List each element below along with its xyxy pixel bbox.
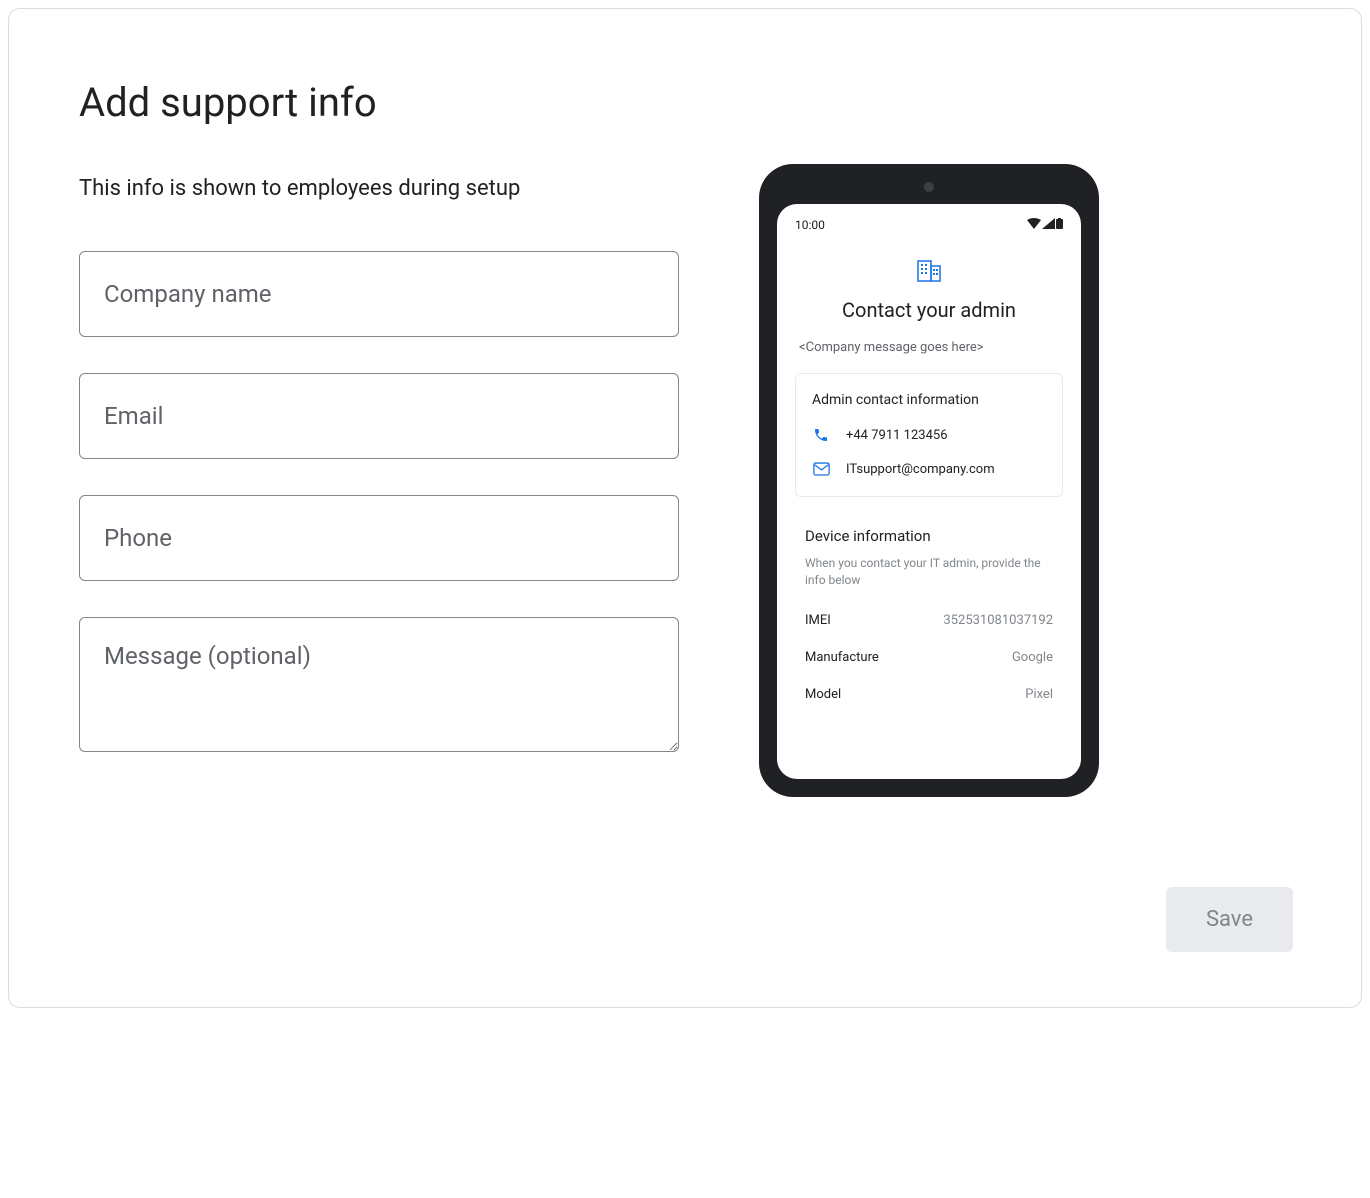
device-info-title: Device information xyxy=(805,527,1053,545)
status-time: 10:00 xyxy=(795,218,825,232)
contact-card: Admin contact information +44 7911 12345… xyxy=(795,373,1063,497)
save-button[interactable]: Save xyxy=(1166,887,1293,952)
device-label: Manufacture xyxy=(805,650,879,665)
device-label: IMEI xyxy=(805,613,831,628)
contact-email-row: ITsupport@company.com xyxy=(812,460,1046,478)
battery-icon xyxy=(1056,218,1063,232)
device-value: Pixel xyxy=(1025,687,1053,702)
device-value: 352531081037192 xyxy=(943,613,1053,628)
email-icon xyxy=(812,460,830,478)
device-value: Google xyxy=(1012,650,1053,665)
message-textarea[interactable] xyxy=(79,617,679,752)
company-name-input[interactable] xyxy=(79,251,679,337)
email-input[interactable] xyxy=(79,373,679,459)
status-bar: 10:00 xyxy=(791,218,1067,240)
form-section: Add support info This info is shown to e… xyxy=(79,79,679,756)
status-icons xyxy=(1027,218,1063,232)
device-label: Model xyxy=(805,687,841,702)
page-subtitle: This info is shown to employees during s… xyxy=(79,176,679,201)
phone-icon xyxy=(812,426,830,444)
signal-icon xyxy=(1042,218,1055,232)
content-wrapper: Add support info This info is shown to e… xyxy=(79,79,1291,797)
phone-frame: 10:00 xyxy=(759,164,1099,797)
phone-input[interactable] xyxy=(79,495,679,581)
phone-camera-dot xyxy=(924,182,934,192)
preview-content: Contact your admin <Company message goes… xyxy=(791,240,1067,702)
page-title: Add support info xyxy=(79,79,679,126)
device-row-model: Model Pixel xyxy=(805,687,1053,702)
device-section: Device information When you contact your… xyxy=(795,527,1063,702)
preview-message: <Company message goes here> xyxy=(795,340,1063,355)
contact-phone-text: +44 7911 123456 xyxy=(846,428,948,443)
building-icon xyxy=(795,260,1063,282)
page-container: Add support info This info is shown to e… xyxy=(8,8,1362,1008)
device-info-subtitle: When you contact your IT admin, provide … xyxy=(805,555,1053,589)
wifi-icon xyxy=(1027,218,1041,232)
contact-card-title: Admin contact information xyxy=(812,392,1046,408)
device-row-manufacture: Manufacture Google xyxy=(805,650,1053,665)
phone-screen: 10:00 xyxy=(777,204,1081,779)
contact-phone-row: +44 7911 123456 xyxy=(812,426,1046,444)
contact-email-text: ITsupport@company.com xyxy=(846,462,995,477)
phone-preview: 10:00 xyxy=(759,164,1099,797)
preview-title: Contact your admin xyxy=(795,298,1063,322)
device-row-imei: IMEI 352531081037192 xyxy=(805,613,1053,628)
